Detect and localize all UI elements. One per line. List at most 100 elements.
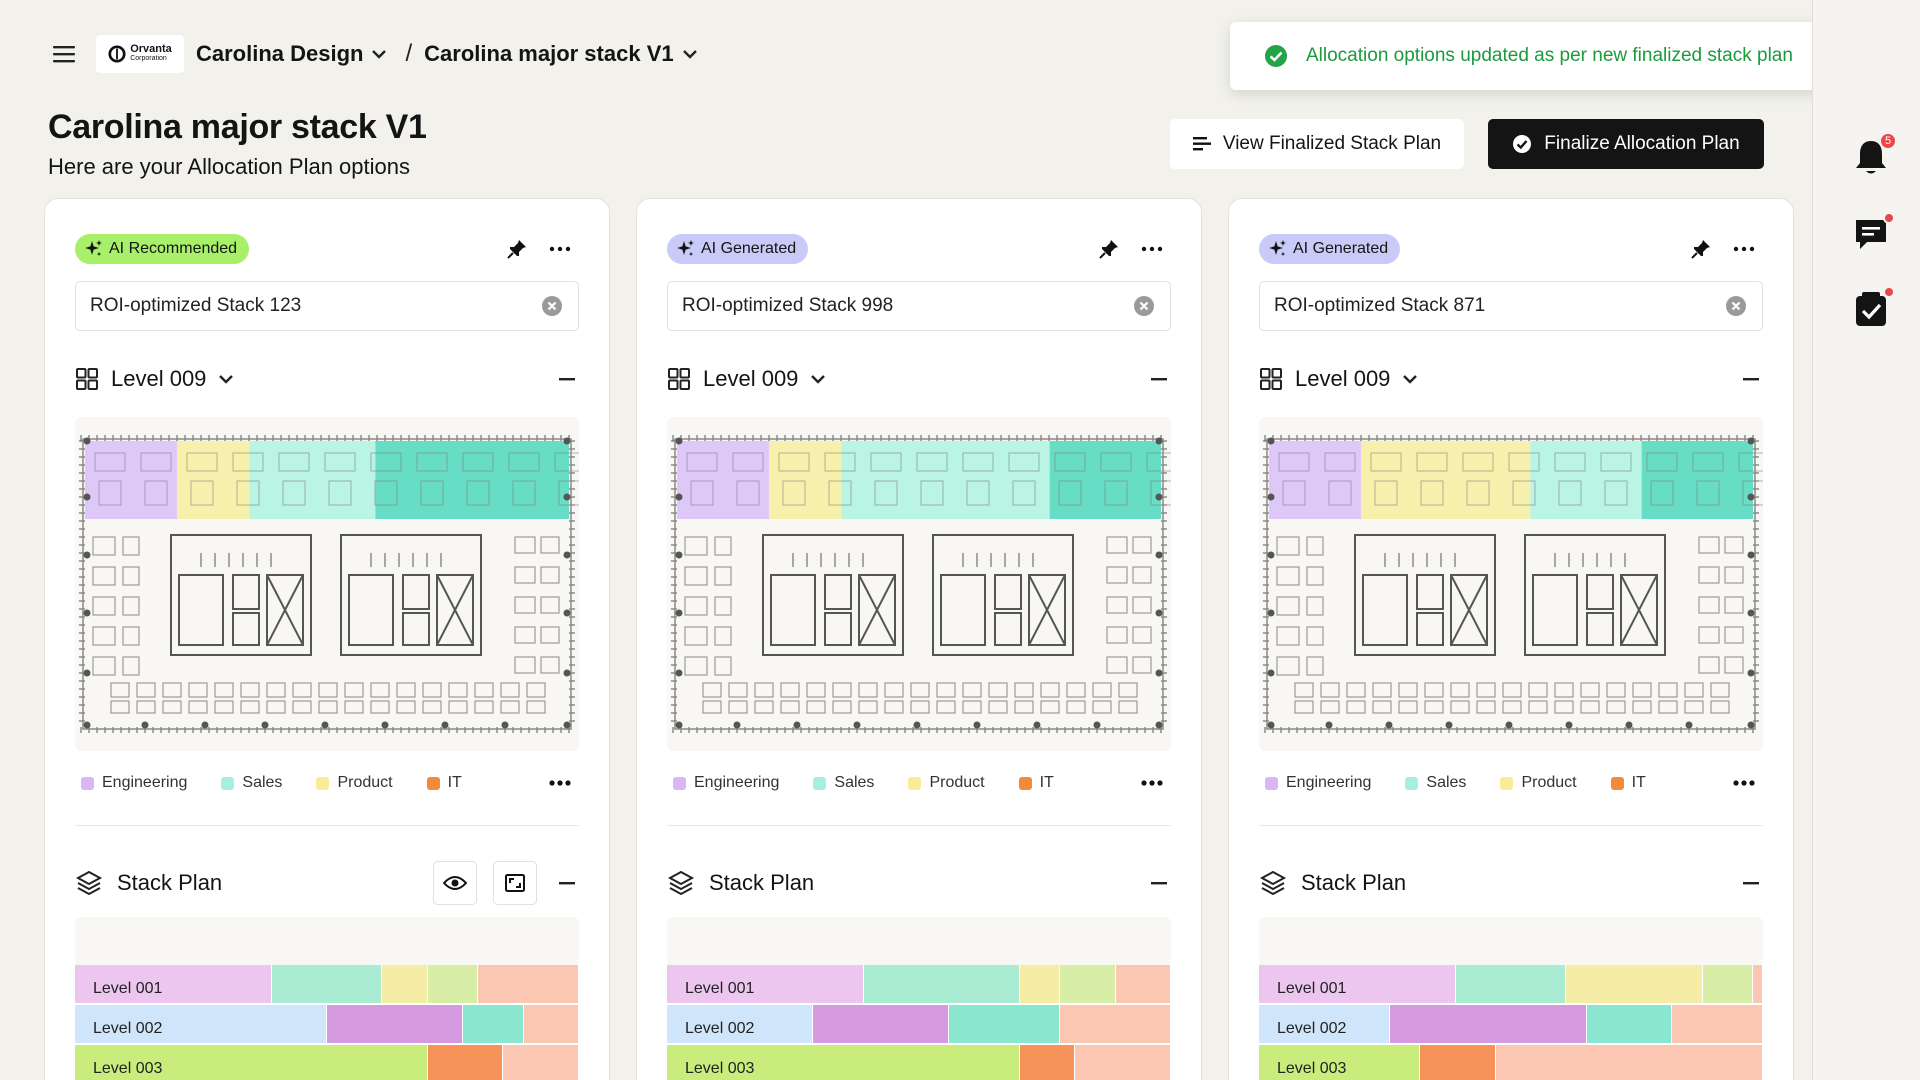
check-circle-icon xyxy=(1265,45,1287,67)
plan-name-field[interactable] xyxy=(1259,281,1763,331)
stack-segment[interactable] xyxy=(1075,1045,1171,1080)
stack-plan-chart[interactable]: Level 001 Level 002 Level 003 xyxy=(1259,917,1763,1080)
chevron-down-icon xyxy=(372,50,387,59)
collapse-icon[interactable] xyxy=(555,367,579,391)
more-options-icon[interactable] xyxy=(1729,237,1759,261)
allocation-option-card-2: AI Generated Level 009 Engineering Sales P… xyxy=(636,198,1202,1080)
floor-plan[interactable] xyxy=(1259,417,1763,751)
legend-label: Sales xyxy=(834,774,875,791)
org-breadcrumb-dropdown[interactable]: Carolina Design xyxy=(196,41,387,67)
ai-badge[interactable]: AI Generated xyxy=(667,234,809,264)
notification-bell-icon[interactable]: 5 xyxy=(1853,132,1897,178)
stack-plan-header: Stack Plan xyxy=(667,861,1171,905)
level-header: Level 009 xyxy=(1259,359,1763,399)
legend-label: Engineering xyxy=(102,774,188,791)
level-header: Level 009 xyxy=(667,359,1171,399)
chevron-down-icon xyxy=(811,375,826,384)
plan-name-input[interactable] xyxy=(682,295,1132,317)
view-finalized-stack-plan-button[interactable]: View Finalized Stack Plan xyxy=(1170,119,1464,169)
legend-label: IT xyxy=(1039,774,1054,791)
legend-item: Product xyxy=(316,774,393,792)
legend-swatch xyxy=(908,776,922,790)
sparkle-icon xyxy=(1269,240,1286,256)
eye-icon xyxy=(443,876,467,890)
legend-item: Product xyxy=(1500,774,1577,792)
legend-label: Sales xyxy=(1426,774,1467,791)
menu-icon[interactable] xyxy=(40,30,88,78)
stack-segment[interactable] xyxy=(1495,1045,1763,1080)
plan-name-input[interactable] xyxy=(1274,295,1724,317)
legend-more-icon[interactable] xyxy=(1137,771,1167,795)
legend-more-icon[interactable] xyxy=(545,771,575,795)
floor-plan[interactable] xyxy=(667,417,1171,751)
chevron-down-icon xyxy=(682,50,697,59)
stack-plan-chart[interactable]: Level 001 Level 002 Level 003 xyxy=(75,917,579,1080)
pin-icon[interactable] xyxy=(1097,237,1121,261)
plan-name-field[interactable] xyxy=(667,281,1171,331)
legend-item: Engineering xyxy=(673,774,779,792)
level-label: Level 009 xyxy=(703,366,799,391)
level-dropdown[interactable]: Level 009 xyxy=(667,366,826,392)
level-dropdown[interactable]: Level 009 xyxy=(75,366,234,392)
collapse-icon[interactable] xyxy=(1147,367,1171,391)
company-logo[interactable]: Orvanta Corporation xyxy=(96,35,184,73)
tasks-icon[interactable] xyxy=(1853,286,1895,330)
legend-swatch xyxy=(1500,776,1514,790)
plan-name-input[interactable] xyxy=(90,295,540,317)
legend-label: Product xyxy=(1521,774,1577,791)
stack-segment[interactable] xyxy=(503,1045,579,1080)
legend-swatch xyxy=(1265,776,1278,790)
stack-segment[interactable] xyxy=(1420,1045,1496,1080)
stack-plan-chart[interactable]: Level 001 Level 002 Level 003 xyxy=(667,917,1171,1080)
ai-badge[interactable]: AI Generated xyxy=(1259,234,1401,264)
legend-item: IT xyxy=(1018,774,1054,792)
stack-segment[interactable] xyxy=(1019,1045,1076,1080)
finalize-allocation-plan-button[interactable]: Finalize Allocation Plan xyxy=(1488,119,1764,169)
clear-icon[interactable] xyxy=(1724,294,1748,318)
view-finalized-label: View Finalized Stack Plan xyxy=(1222,133,1442,154)
project-breadcrumb-dropdown[interactable]: Carolina major stack V1 xyxy=(424,41,697,67)
level-label: Level 009 xyxy=(1295,366,1391,391)
tasks-unread-dot xyxy=(1883,286,1895,298)
badge-label: AI Recommended xyxy=(109,240,238,257)
legend-more-icon[interactable] xyxy=(1729,771,1759,795)
stack-plan-title: Stack Plan xyxy=(709,870,815,895)
collapse-icon[interactable] xyxy=(1147,871,1171,895)
legend-label: Engineering xyxy=(1286,774,1372,791)
project-name: Carolina major stack V1 xyxy=(424,41,674,66)
floor-zone[interactable] xyxy=(249,441,376,519)
level-dropdown[interactable]: Level 009 xyxy=(1259,366,1418,392)
layers-icon xyxy=(667,870,695,896)
floor-plan[interactable] xyxy=(75,417,579,751)
ai-badge[interactable]: AI Recommended xyxy=(75,234,250,264)
chevron-down-icon xyxy=(219,375,234,384)
legend-label: Product xyxy=(337,774,393,791)
collapse-icon[interactable] xyxy=(1739,871,1763,895)
plan-name-field[interactable] xyxy=(75,281,579,331)
legend-item: IT xyxy=(1610,774,1646,792)
legend-swatch xyxy=(426,776,440,790)
pin-icon[interactable] xyxy=(505,237,529,261)
logo-text: Orvanta Corporation xyxy=(130,43,172,63)
collapse-icon[interactable] xyxy=(555,871,579,895)
expand-button[interactable] xyxy=(493,861,537,905)
collapse-icon[interactable] xyxy=(1739,367,1763,391)
more-options-icon[interactable] xyxy=(545,237,575,261)
view-eye-button[interactable] xyxy=(433,861,477,905)
pin-icon[interactable] xyxy=(1689,237,1713,261)
stack-row-divider xyxy=(667,1003,1171,1005)
toast-message: Allocation options updated as per new fi… xyxy=(1306,45,1793,66)
grid-icon xyxy=(1260,368,1282,390)
section-divider xyxy=(1259,825,1763,826)
legend-label: IT xyxy=(447,774,462,791)
chat-icon[interactable] xyxy=(1853,212,1895,256)
stack-segment[interactable] xyxy=(427,1045,504,1080)
department-legend: Engineering Sales Product IT xyxy=(1265,771,1763,795)
chat-unread-dot xyxy=(1883,212,1895,224)
clear-icon[interactable] xyxy=(540,294,564,318)
clear-icon[interactable] xyxy=(1132,294,1156,318)
floor-plan-drawing xyxy=(667,417,1171,751)
legend-swatch xyxy=(1405,776,1419,790)
list-icon xyxy=(1192,137,1211,151)
more-options-icon[interactable] xyxy=(1137,237,1167,261)
